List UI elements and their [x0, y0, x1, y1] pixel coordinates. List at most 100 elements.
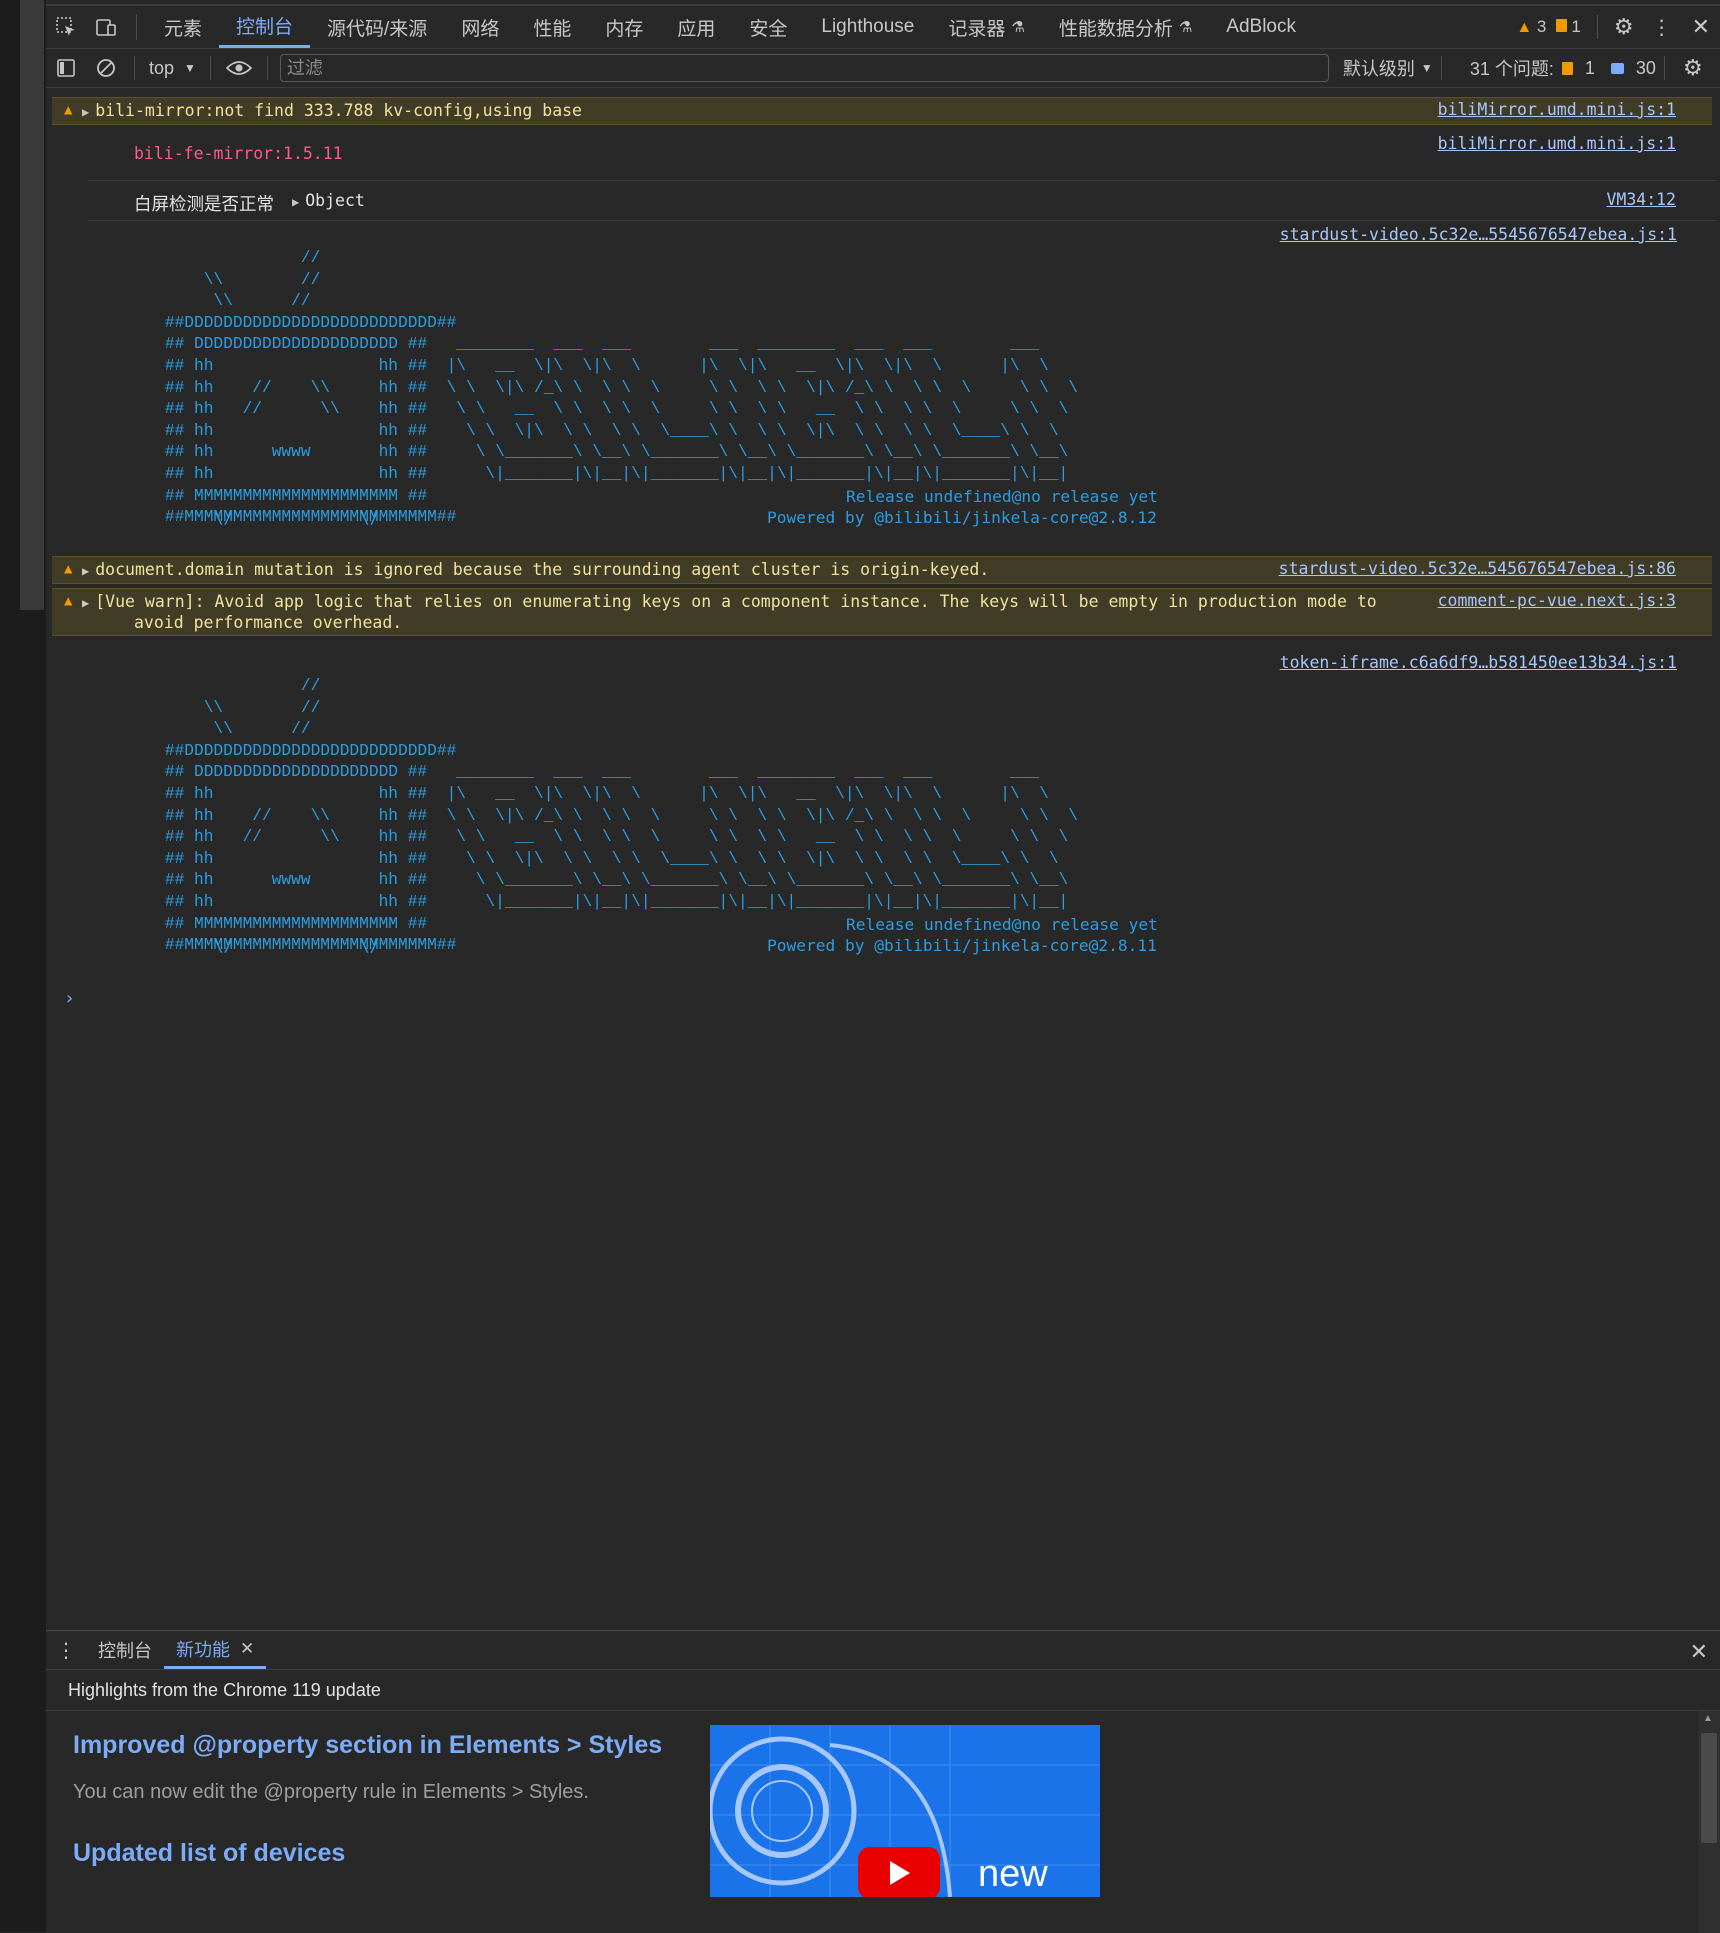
source-link[interactable]: stardust-video.5c32e…5545676547ebea.js:1 [1280, 225, 1677, 244]
expand-triangle-icon[interactable]: ▶ [82, 105, 89, 119]
tab-application[interactable]: 应用 [660, 6, 732, 48]
warnings-counter[interactable]: ▲ 3 [1516, 17, 1546, 37]
warning-icon: ▲ [64, 561, 73, 577]
message-text: bili-fe-mirror:1.5.11 [134, 144, 343, 163]
devtools-tabbar: 元素 控制台 源代码/来源 网络 性能 内存 应用 安全 Lighthouse … [46, 4, 1720, 49]
console-warning-message[interactable]: ▲ ▶ document.domain mutation is ignored b… [52, 556, 1712, 584]
message-text: [Vue warn]: Avoid app logic that relies … [95, 592, 1377, 611]
expand-triangle-icon[interactable]: ▶ [82, 564, 89, 578]
source-link[interactable]: biliMirror.umd.mini.js:1 [1438, 100, 1676, 119]
console-toolbar: top ▼ 默认级别 ▼ 31 个问题: 1 30 ⚙ [46, 49, 1720, 88]
release-text: Release undefined@no release yet [846, 915, 1158, 934]
message-text-continued: avoid performance overhead. [134, 613, 403, 632]
scroll-up-arrow-icon[interactable]: ▲ [1703, 1713, 1713, 1724]
filter-input[interactable] [279, 54, 1329, 82]
console-log-message: bili-fe-mirror:1.5.11 biliMirror.umd.min… [52, 134, 1712, 170]
tab-performance-insights-label: 性能数据分析 [1058, 18, 1173, 40]
tab-performance-insights[interactable]: 性能数据分析 ⚗ [1042, 6, 1209, 48]
source-link[interactable]: stardust-video.5c32e…545676547ebea.js:86 [1279, 559, 1676, 578]
errors-counter[interactable]: 1 [1556, 17, 1581, 37]
chevron-down-icon: ▼ [184, 61, 196, 75]
tab-memory[interactable]: 内存 [588, 6, 660, 48]
scrollbar-thumb[interactable] [1701, 1733, 1717, 1843]
issues-counter[interactable]: 31 个问题: 1 30 [1470, 55, 1656, 81]
source-link[interactable]: token-iframe.c6a6df9…b581450ee13b34.js:1 [1280, 653, 1677, 672]
message-label: 白屏检测是否正常 [134, 194, 274, 214]
tab-performance[interactable]: 性能 [516, 6, 588, 48]
source-link[interactable]: biliMirror.umd.mini.js:1 [1438, 134, 1676, 153]
object-text: Object [305, 191, 365, 210]
tab-elements[interactable]: 元素 [147, 6, 219, 48]
source-link[interactable]: comment-pc-vue.next.js:3 [1438, 591, 1676, 610]
feature-description: You can now edit the @property rule in E… [73, 1781, 589, 1803]
close-tab-icon[interactable]: ✕ [240, 1639, 254, 1659]
message-text: document.domain mutation is ignored beca… [95, 560, 990, 579]
expand-triangle-icon[interactable]: ▶ [82, 596, 89, 610]
drawer-tabbar: ⋮ 控制台 新功能 ✕ ✕ [46, 1631, 1720, 1670]
tab-console[interactable]: 控制台 [219, 6, 311, 48]
console-warning-message[interactable]: ▲ ▶ bili-mirror:not find 333.788 kv-confi… [52, 97, 1712, 125]
context-value: top [149, 57, 175, 78]
ascii-art-feet: \/ \/ [126, 508, 380, 527]
whats-new-content: Improved @property section in Elements >… [46, 1711, 1696, 1933]
warning-icon: ▲ [1516, 19, 1533, 36]
tab-recorder-label: 记录器 [948, 18, 1006, 40]
sidebar-toggle-icon[interactable] [46, 49, 86, 87]
warning-icon: ▲ [64, 102, 73, 118]
context-selector[interactable]: top ▼ [143, 58, 202, 79]
drawer-panel: ⋮ 控制台 新功能 ✕ ✕ Highlights from the Chrome… [46, 1630, 1720, 1933]
warning-icon: ▲ [64, 593, 73, 609]
more-options-icon[interactable]: ⋮ [1652, 15, 1672, 40]
drawer-scrollbar[interactable]: ▲ [1698, 1711, 1720, 1933]
issue-flag-icon [1561, 61, 1573, 75]
chevron-down-icon: ▼ [1420, 61, 1433, 75]
issues-info-count: 30 [1635, 57, 1656, 78]
drawer-menu-icon[interactable]: ⋮ [46, 1638, 86, 1663]
console-log-message: 白屏检测是否正常 ▶ Object VM34:12 [52, 186, 1712, 216]
powered-by-text: Powered by @bilibili/jinkela-core@2.8.12 [767, 508, 1157, 527]
close-devtools-icon[interactable]: ✕ [1692, 14, 1710, 40]
clear-console-icon[interactable] [86, 49, 126, 87]
drawer-tab-whats-new-label: 新功能 [176, 1639, 230, 1660]
source-link[interactable]: VM34:12 [1606, 190, 1676, 209]
tab-adblock[interactable]: AdBlock [1209, 6, 1313, 48]
warnings-count: 3 [1536, 17, 1547, 36]
console-prompt-chevron-icon[interactable]: › [64, 988, 75, 1009]
feature-link-title[interactable]: Updated list of devices [73, 1839, 345, 1868]
flask-icon: ⚗ [1178, 19, 1193, 36]
issues-label: 31 个问题: [1469, 59, 1554, 79]
object-preview[interactable]: ▶ Object [292, 191, 365, 210]
issue-flag-icon [1556, 19, 1568, 32]
console-messages: ▲ ▶ bili-mirror:not find 333.788 kv-confi… [46, 90, 1720, 1630]
flask-icon: ⚗ [1011, 19, 1025, 36]
message-text: bili-mirror:not find 333.788 kv-config,u… [95, 101, 582, 120]
console-warning-message[interactable]: ▲ ▶ [Vue warn]: Avoid app logic that reli… [52, 588, 1712, 636]
ascii-art-feet: \/ \/ [126, 936, 380, 955]
release-text: Release undefined@no release yet [846, 487, 1158, 506]
drawer-tab-whats-new[interactable]: 新功能 ✕ [164, 1631, 267, 1669]
page-left-strip [0, 0, 46, 1932]
thumbnail-caption: new [978, 1853, 1048, 1895]
tab-recorder[interactable]: 记录器 ⚗ [931, 6, 1041, 48]
info-message-icon [1610, 62, 1624, 74]
page-scrollbar[interactable] [20, 0, 44, 610]
settings-gear-icon[interactable]: ⚙ [1614, 14, 1634, 40]
tab-lighthouse[interactable]: Lighthouse [804, 6, 931, 48]
tab-security[interactable]: 安全 [732, 6, 804, 48]
errors-count: 1 [1571, 17, 1581, 36]
live-expression-eye-icon[interactable] [219, 49, 259, 87]
feature-link-title[interactable]: Improved @property section in Elements >… [73, 1731, 662, 1760]
console-settings-gear-icon[interactable]: ⚙ [1673, 49, 1713, 87]
tab-sources[interactable]: 源代码/来源 [310, 6, 444, 48]
device-toolbar-icon[interactable] [86, 7, 126, 47]
tab-network[interactable]: 网络 [444, 6, 516, 48]
log-levels-label: 默认级别 [1342, 59, 1415, 79]
close-drawer-icon[interactable]: ✕ [1690, 1639, 1708, 1665]
inspect-element-icon[interactable] [46, 7, 86, 47]
chrome-update-video-thumbnail[interactable]: new [710, 1725, 1100, 1897]
log-levels-dropdown[interactable]: 默认级别 ▼ [1343, 55, 1433, 81]
drawer-tab-console[interactable]: 控制台 [86, 1631, 164, 1669]
issues-error-count: 1 [1584, 57, 1595, 78]
devtools-panel: 元素 控制台 源代码/来源 网络 性能 内存 应用 安全 Lighthouse … [46, 0, 1720, 1933]
expand-triangle-icon: ▶ [292, 195, 300, 209]
